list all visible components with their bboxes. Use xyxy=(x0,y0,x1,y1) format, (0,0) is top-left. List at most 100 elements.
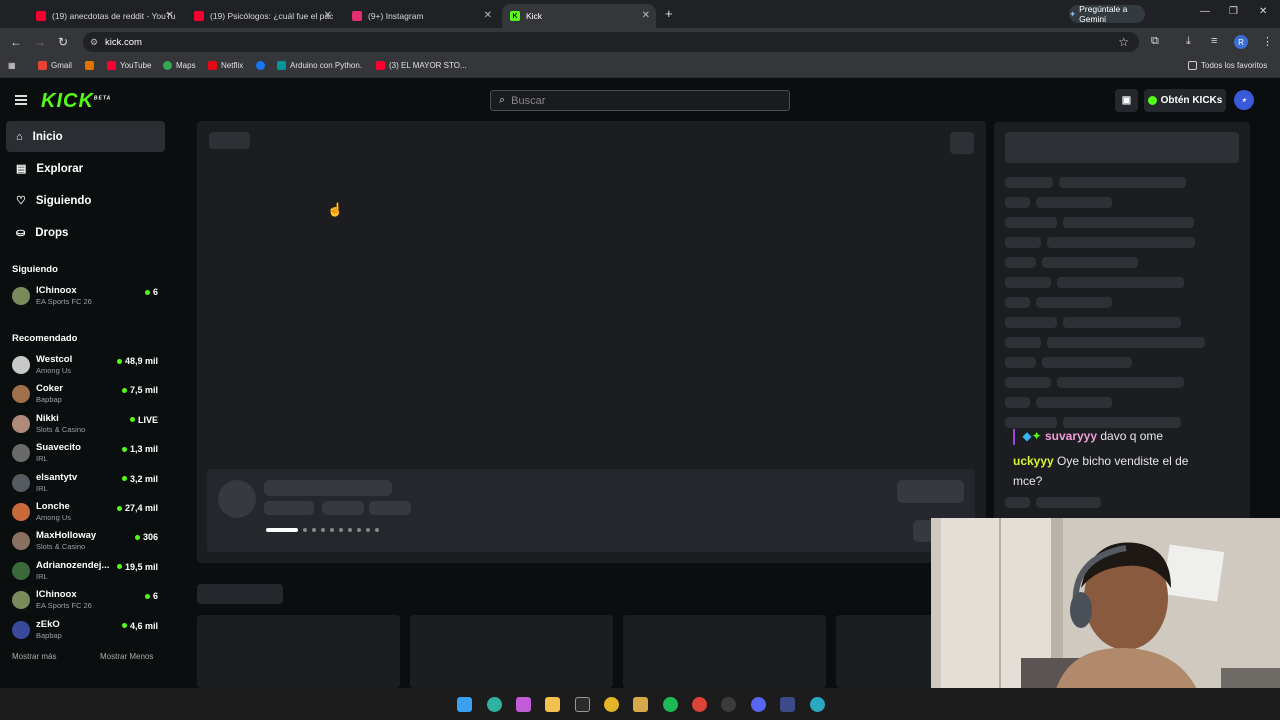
channel-category: IRL xyxy=(36,483,48,493)
skeleton-block xyxy=(1005,337,1041,348)
carousel-dot[interactable] xyxy=(348,528,352,532)
bookmark-netflix[interactable]: Netflix xyxy=(208,61,243,70)
channel-category: IRL xyxy=(36,454,48,464)
skeleton-block xyxy=(1057,277,1184,288)
close-icon[interactable]: ✕ xyxy=(484,10,492,21)
app-icon[interactable] xyxy=(780,697,795,712)
windows-start-icon[interactable] xyxy=(457,697,472,712)
extensions-icon[interactable]: ⧉ xyxy=(1151,35,1159,48)
channel-name: elsantytv xyxy=(36,471,78,483)
carousel-dot[interactable] xyxy=(366,528,370,532)
kick-logo[interactable]: KICKBETA xyxy=(41,90,111,113)
close-icon[interactable]: ✕ xyxy=(642,10,650,21)
epic-games-icon[interactable] xyxy=(575,697,590,712)
channel-item[interactable]: elsantytv IRL 3,2 mil xyxy=(12,471,162,497)
channel-item[interactable]: zEkO Bapbap 4,6 mil xyxy=(12,618,162,644)
viewer-count-text: 306 xyxy=(142,532,158,543)
sidebar-item-explorar[interactable]: ▤ Explorar xyxy=(6,153,165,184)
chrome-icon[interactable] xyxy=(604,697,619,712)
channel-item[interactable]: Adrianozendej... IRL 19,5 mil xyxy=(12,559,162,585)
gemini-button[interactable]: ✦ Pregúntale a Gemini xyxy=(1069,4,1145,24)
forward-icon[interactable]: → xyxy=(34,35,46,49)
carousel-dot-active[interactable] xyxy=(266,528,298,532)
carousel-dot[interactable] xyxy=(339,528,343,532)
chat-username[interactable]: uckyyy xyxy=(1013,454,1054,468)
channel-item[interactable]: Lonche Among Us 27,4 mil xyxy=(12,500,162,526)
bookmark-gmail[interactable]: Gmail xyxy=(38,61,72,70)
discord-icon[interactable] xyxy=(751,697,766,712)
settings-icon[interactable] xyxy=(721,697,736,712)
channel-item[interactable]: Coker Bapbap 7,5 mil xyxy=(12,382,162,408)
carousel-dot[interactable] xyxy=(330,528,334,532)
channel-item[interactable]: lChinoox EA Sports FC 26 6 xyxy=(12,588,162,614)
copilot-icon[interactable] xyxy=(516,697,531,712)
bookmark-arduino[interactable]: Arduino con Python. xyxy=(277,61,362,70)
channel-item[interactable]: Nikki Slots & Casino LIVE xyxy=(12,412,162,438)
live-dot xyxy=(144,593,150,599)
get-kicks-button[interactable]: Obtén KICKs xyxy=(1144,89,1226,112)
browser-tab-1[interactable]: (19) anecdotas de reddit - YouTu ✕ xyxy=(28,4,180,28)
bookmark-star-icon[interactable]: ☆ xyxy=(1118,35,1129,49)
store-icon[interactable]: ▣ xyxy=(1115,89,1138,112)
carousel-dots[interactable] xyxy=(266,528,379,532)
skeleton-block xyxy=(1005,257,1036,268)
menu-kebab-icon[interactable]: ⋮ xyxy=(1262,35,1273,48)
back-icon[interactable]: ← xyxy=(10,35,22,49)
bookmark-mayor-sto[interactable]: (3) EL MAYOR STO... xyxy=(376,61,467,70)
hamburger-menu-icon[interactable] xyxy=(15,95,27,105)
live-dot xyxy=(121,476,127,482)
carousel-dot[interactable] xyxy=(357,528,361,532)
skeleton-block xyxy=(1005,277,1051,288)
bookmark-extra[interactable] xyxy=(85,61,94,70)
sidebar-item-siguiendo[interactable]: ♡ Siguiendo xyxy=(6,185,165,216)
download-icon[interactable]: ⤓ xyxy=(1186,35,1191,48)
media-icon[interactable]: ≡ xyxy=(1211,35,1217,47)
show-less-link[interactable]: Mostrar Menos xyxy=(100,652,153,661)
search-input[interactable]: ⌕ Buscar xyxy=(490,90,790,111)
apps-grid-icon[interactable]: ▦ xyxy=(8,61,16,70)
carousel-dot[interactable] xyxy=(375,528,379,532)
channel-item[interactable]: Westcol Among Us 48,9 mil xyxy=(12,353,162,379)
all-bookmarks[interactable]: Todos los favoritos xyxy=(1188,61,1267,70)
spotify-icon[interactable] xyxy=(663,697,678,712)
maximize-icon[interactable]: ❐ xyxy=(1229,6,1238,17)
carousel-dot[interactable] xyxy=(321,528,325,532)
browser-tab-3[interactable]: (9+) Instagram ✕ xyxy=(344,4,498,28)
viewer-count: 4,6 mil xyxy=(121,621,158,631)
carousel-dot[interactable] xyxy=(312,528,316,532)
show-more-link[interactable]: Mostrar más xyxy=(12,652,56,661)
bookmark-maps[interactable]: Maps xyxy=(163,61,196,70)
skeleton-block xyxy=(1005,132,1239,163)
close-icon[interactable]: ✕ xyxy=(166,10,174,21)
viewer-count-text: 6 xyxy=(152,591,158,602)
sidebar-item-inicio[interactable]: ⌂ Inicio xyxy=(6,121,165,152)
channel-item[interactable]: lChinoox EA Sports FC 26 6 xyxy=(12,284,162,310)
profile-avatar[interactable]: R xyxy=(1234,35,1248,49)
channel-item[interactable]: MaxHolloway Slots & Casino 306 xyxy=(12,529,162,555)
site-info-icon[interactable]: ⚙ xyxy=(90,37,98,48)
close-icon[interactable]: ✕ xyxy=(324,10,332,21)
carousel-dot[interactable] xyxy=(303,528,307,532)
browser-tab-kick[interactable]: K Kick ✕ xyxy=(502,4,656,28)
new-tab-icon[interactable]: + xyxy=(665,6,673,21)
bookmark-youtube[interactable]: YouTube xyxy=(107,61,151,70)
channel-item[interactable]: Suavecito IRL 1,3 mil xyxy=(12,441,162,467)
edge-icon[interactable] xyxy=(487,697,502,712)
user-avatar[interactable]: ★ xyxy=(1234,90,1254,110)
url-field[interactable]: ⚙ kick.com ☆ xyxy=(83,32,1139,52)
chat-username[interactable]: suvaryyy xyxy=(1045,429,1097,443)
chrome-active-icon[interactable] xyxy=(692,697,707,712)
bookmark-facebook[interactable] xyxy=(256,61,265,70)
league-icon[interactable] xyxy=(633,697,648,712)
skeleton-block xyxy=(369,501,411,515)
channel-category: Among Us xyxy=(36,513,72,522)
close-window-icon[interactable]: ✕ xyxy=(1259,6,1267,17)
minimize-icon[interactable]: — xyxy=(1200,6,1210,17)
app-icon[interactable] xyxy=(810,697,825,712)
reload-icon[interactable]: ↻ xyxy=(58,35,68,49)
browser-tab-2[interactable]: (19) Psicólogos: ¿cuál fue el pac ✕ xyxy=(186,4,338,28)
file-explorer-icon[interactable] xyxy=(545,697,560,712)
channel-category: Bapbap xyxy=(36,395,62,405)
sidebar-item-drops[interactable]: ⛀ Drops xyxy=(6,217,165,248)
skeleton-block xyxy=(1005,357,1036,368)
